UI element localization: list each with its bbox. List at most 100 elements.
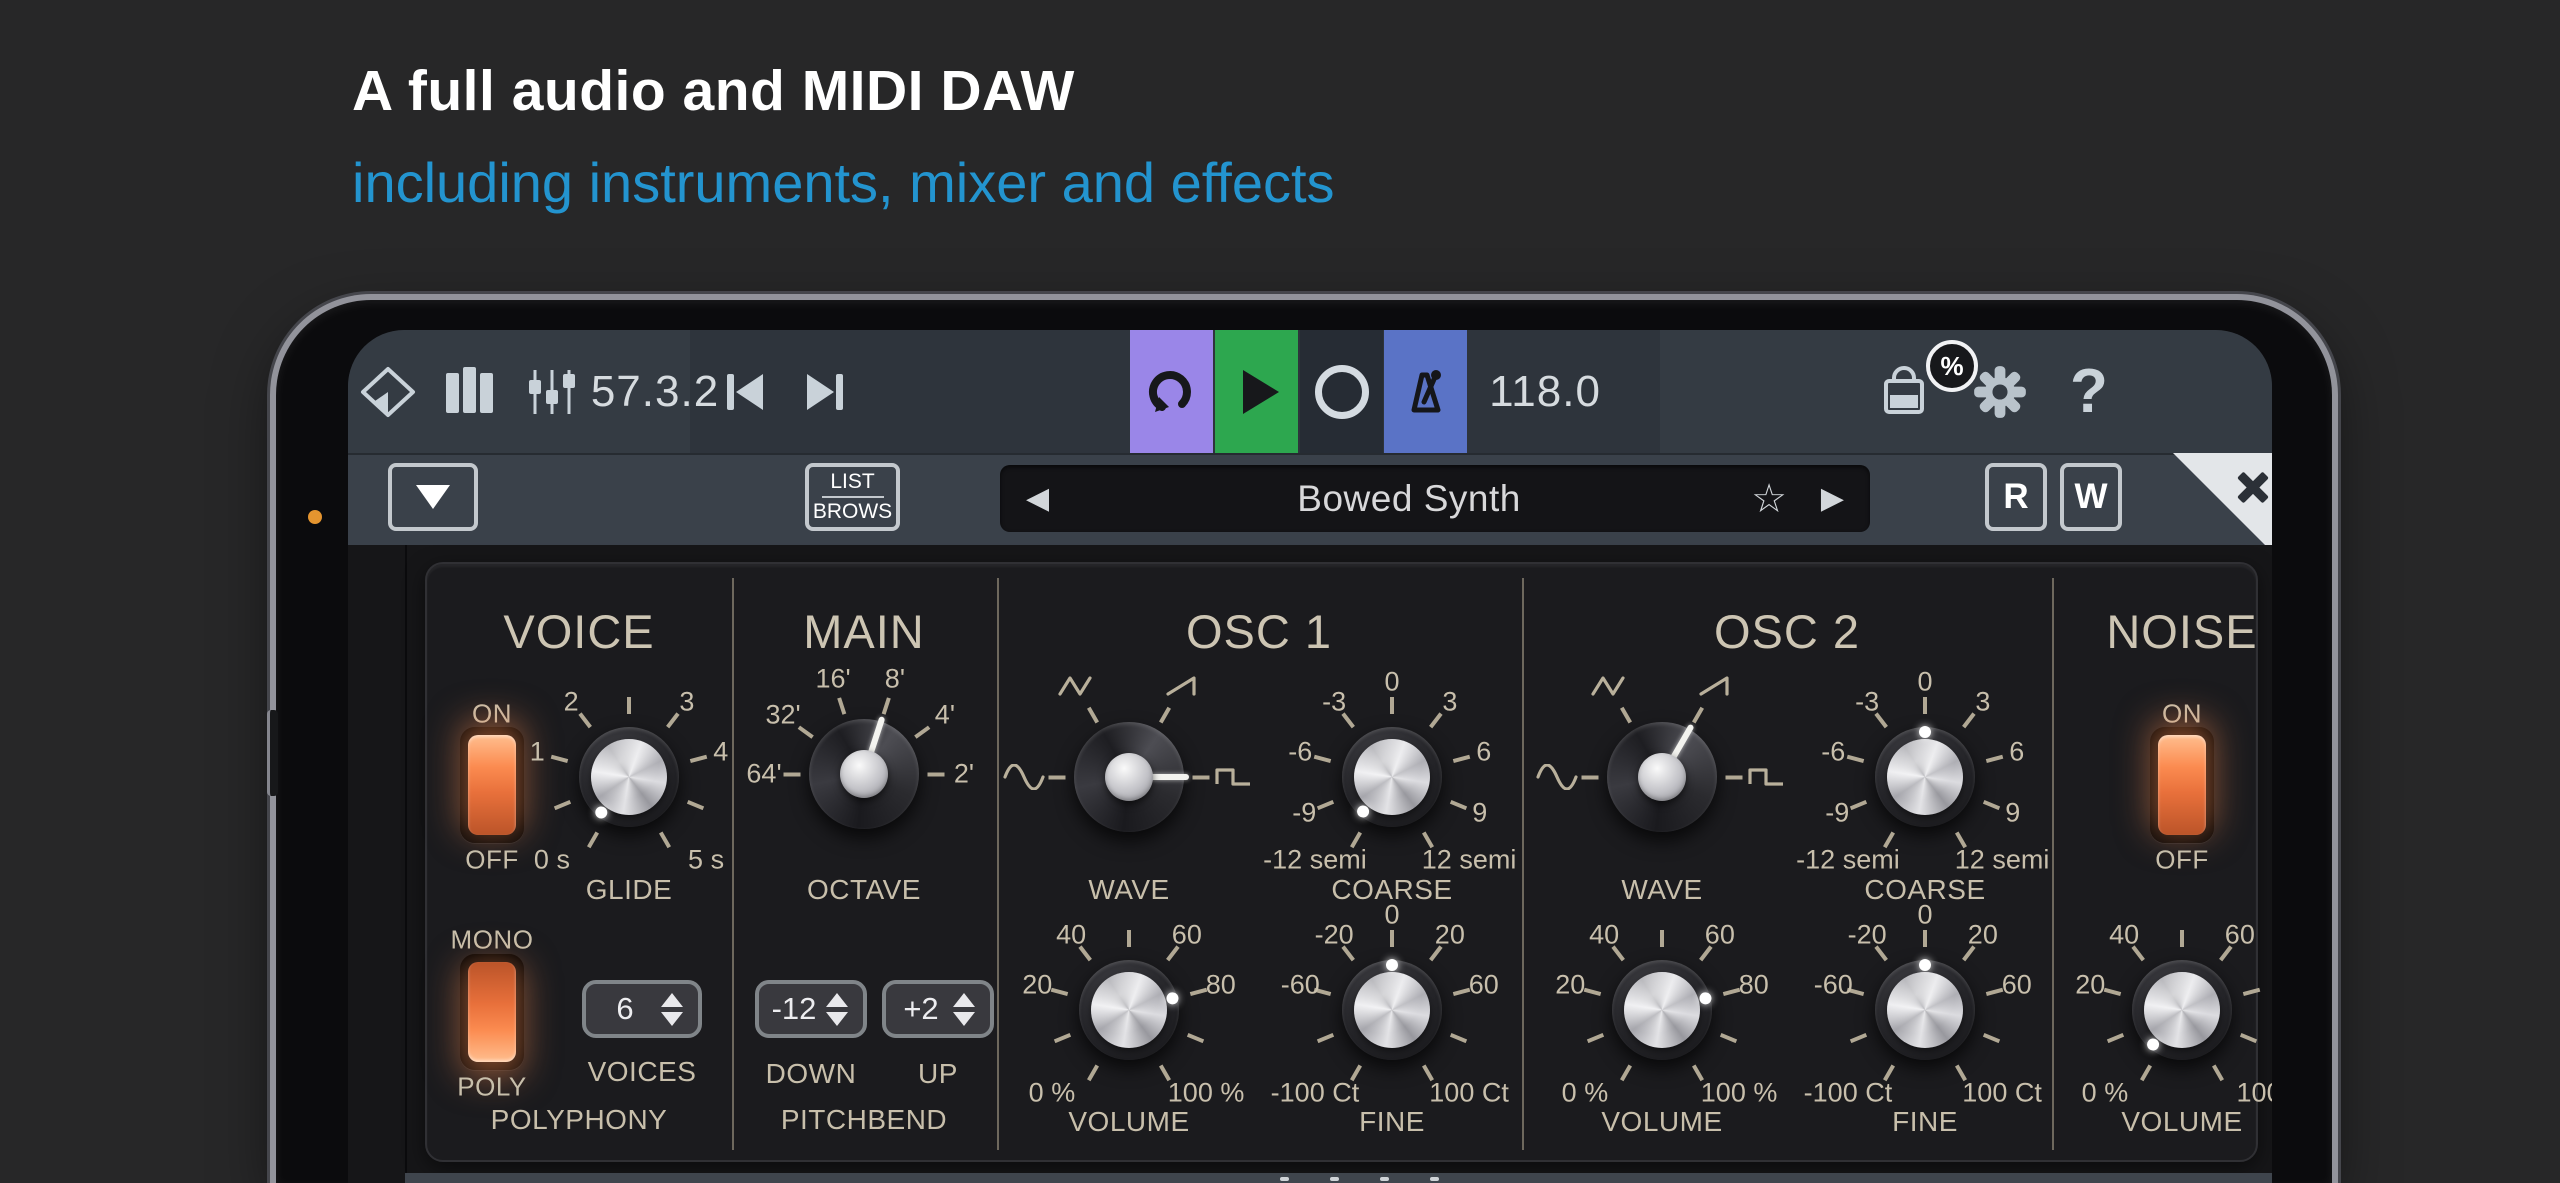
osc2-fine-label: FINE xyxy=(1892,1106,1958,1137)
forward-button[interactable] xyxy=(796,330,854,453)
favorite-star-icon[interactable]: ☆ xyxy=(1743,476,1795,522)
shop-bag-icon[interactable] xyxy=(1876,330,1932,453)
knob-tick xyxy=(837,697,847,715)
knob-tick xyxy=(1316,1032,1335,1044)
mono-label: MONO xyxy=(450,924,534,955)
knob-sheen xyxy=(1887,739,1963,815)
knob-tick xyxy=(1449,799,1468,811)
read-automation-button[interactable]: R xyxy=(1985,463,2047,531)
knob-tick xyxy=(2242,987,2261,996)
knob-tick xyxy=(1048,775,1066,780)
knob-tick xyxy=(1923,697,1927,714)
knob-tick-label: 0 xyxy=(1917,899,1933,930)
metronome-button[interactable] xyxy=(1384,330,1467,453)
knob-tick xyxy=(553,799,572,811)
knob-tick-label: -60 xyxy=(1813,969,1853,1000)
corner-fold xyxy=(2173,453,2272,552)
knob-cap xyxy=(840,750,888,798)
track-dropdown-button[interactable] xyxy=(388,463,478,531)
knob-tick-label: -20 xyxy=(1847,919,1887,950)
knob-tick xyxy=(1982,1032,2001,1044)
knob-tick-label: 16' xyxy=(815,663,851,694)
knob-tick-label: 8' xyxy=(884,663,905,694)
knob-cap xyxy=(1638,753,1686,801)
preset-next-button[interactable]: ▶ xyxy=(1795,481,1870,516)
tempo-display[interactable]: 118.0 xyxy=(1470,330,1620,453)
cutoff-glyph xyxy=(1280,1177,1289,1181)
preset-name[interactable]: Bowed Synth xyxy=(1075,478,1743,520)
list-browser-button[interactable]: LIST BROWS xyxy=(805,463,900,531)
stepper-arrows-icon[interactable] xyxy=(819,992,863,1026)
knob-tick xyxy=(2103,987,2122,996)
preset-selector: ◀ Bowed Synth ☆ ▶ xyxy=(1000,465,1870,532)
pitchbend-down-stepper[interactable]: -12 xyxy=(755,980,867,1038)
knob-tick xyxy=(2239,1032,2258,1044)
keyboard-icon[interactable] xyxy=(442,330,498,453)
knob-tick xyxy=(1316,799,1335,811)
song-position-display[interactable]: 57.3.2 xyxy=(580,330,730,453)
knob-tick xyxy=(1719,1032,1738,1044)
toolbar: 57.3.2 118.0 % ? xyxy=(348,330,2272,453)
rewind-button[interactable] xyxy=(716,330,774,453)
voice-on-label: ON xyxy=(472,698,512,729)
mono-poly-switch[interactable] xyxy=(460,954,524,1070)
knob-tick-label: 6 xyxy=(2009,736,2025,767)
gear-icon[interactable] xyxy=(1970,330,2030,453)
play-button[interactable] xyxy=(1215,330,1298,453)
knob-tick xyxy=(1053,1032,1072,1044)
up-label: UP xyxy=(918,1058,958,1089)
knob-tick-label: -12 semi xyxy=(1263,844,1367,875)
knob-tick xyxy=(1452,754,1471,763)
knob-tick-label: 3 xyxy=(1442,686,1458,717)
knob-tick-label: 40 xyxy=(1589,919,1620,950)
switch-rocker xyxy=(468,735,516,835)
pitchbend-up-stepper[interactable]: +2 xyxy=(882,980,994,1038)
record-button[interactable] xyxy=(1300,330,1383,453)
saw-wave-icon xyxy=(1164,674,1200,698)
knob-tick-label: 40 xyxy=(2109,919,2140,950)
knob-tick-label: 20 xyxy=(1434,919,1465,950)
knob-tick xyxy=(927,772,945,777)
knob-tick-label: -9 xyxy=(1825,797,1850,828)
knob-tick xyxy=(1313,754,1332,763)
steinberg-logo-icon[interactable] xyxy=(356,330,420,453)
knob-tick xyxy=(1050,987,1069,996)
knob-tick-label: 0 xyxy=(1917,666,1933,697)
cycle-button[interactable] xyxy=(1130,330,1213,453)
noise-on-off-switch[interactable] xyxy=(2150,727,2214,843)
knob-tick-label: 12 semi xyxy=(1421,844,1517,875)
knob-tick-label: 20 xyxy=(1555,969,1586,1000)
knob-tick xyxy=(1583,987,1602,996)
up-value: +2 xyxy=(903,991,939,1026)
triangle-wave-icon xyxy=(1057,674,1097,698)
stepper-arrows-icon[interactable] xyxy=(946,992,990,1026)
recording-indicator-dot xyxy=(308,510,322,524)
write-automation-button[interactable]: W xyxy=(2060,463,2122,531)
knob-tick xyxy=(1660,930,1664,947)
knob-sheen xyxy=(1091,972,1167,1048)
knob-tick-label: 20 xyxy=(1022,969,1053,1000)
knob-tick-label: 9 xyxy=(2005,797,2021,828)
knob-tick-label: 20 xyxy=(2075,969,2106,1000)
synth-panel: VOICE MAIN OSC 1 OSC 2 NOISE ON OFF 0 s 1… xyxy=(425,562,2272,1162)
knob-cap xyxy=(1105,753,1153,801)
knob-tick-label: 0 xyxy=(1384,899,1400,930)
voice-on-off-switch[interactable] xyxy=(460,727,524,843)
knob-tick xyxy=(1581,775,1599,780)
knob-tick-label: -60 xyxy=(1280,969,1320,1000)
section-divider xyxy=(997,578,999,1150)
stepper-arrows-icon[interactable] xyxy=(654,992,698,1026)
knob-tick xyxy=(587,831,599,849)
knob-tick-label: 3 xyxy=(679,686,695,717)
knob-tick-label: 100 % xyxy=(1167,1077,1245,1108)
knob-sheen xyxy=(1354,739,1430,815)
preset-prev-button[interactable]: ◀ xyxy=(1000,481,1075,516)
switch-rocker xyxy=(468,962,516,1062)
voices-stepper[interactable]: 6 xyxy=(582,980,702,1038)
osc2-wave-label: WAVE xyxy=(1621,874,1703,905)
help-button[interactable]: ? xyxy=(2070,330,2108,453)
mixer-icon[interactable] xyxy=(526,330,578,453)
section-divider xyxy=(2052,578,2054,1150)
knob-tick-label: 0 % xyxy=(1028,1077,1076,1108)
knob-tick xyxy=(1087,1064,1099,1082)
